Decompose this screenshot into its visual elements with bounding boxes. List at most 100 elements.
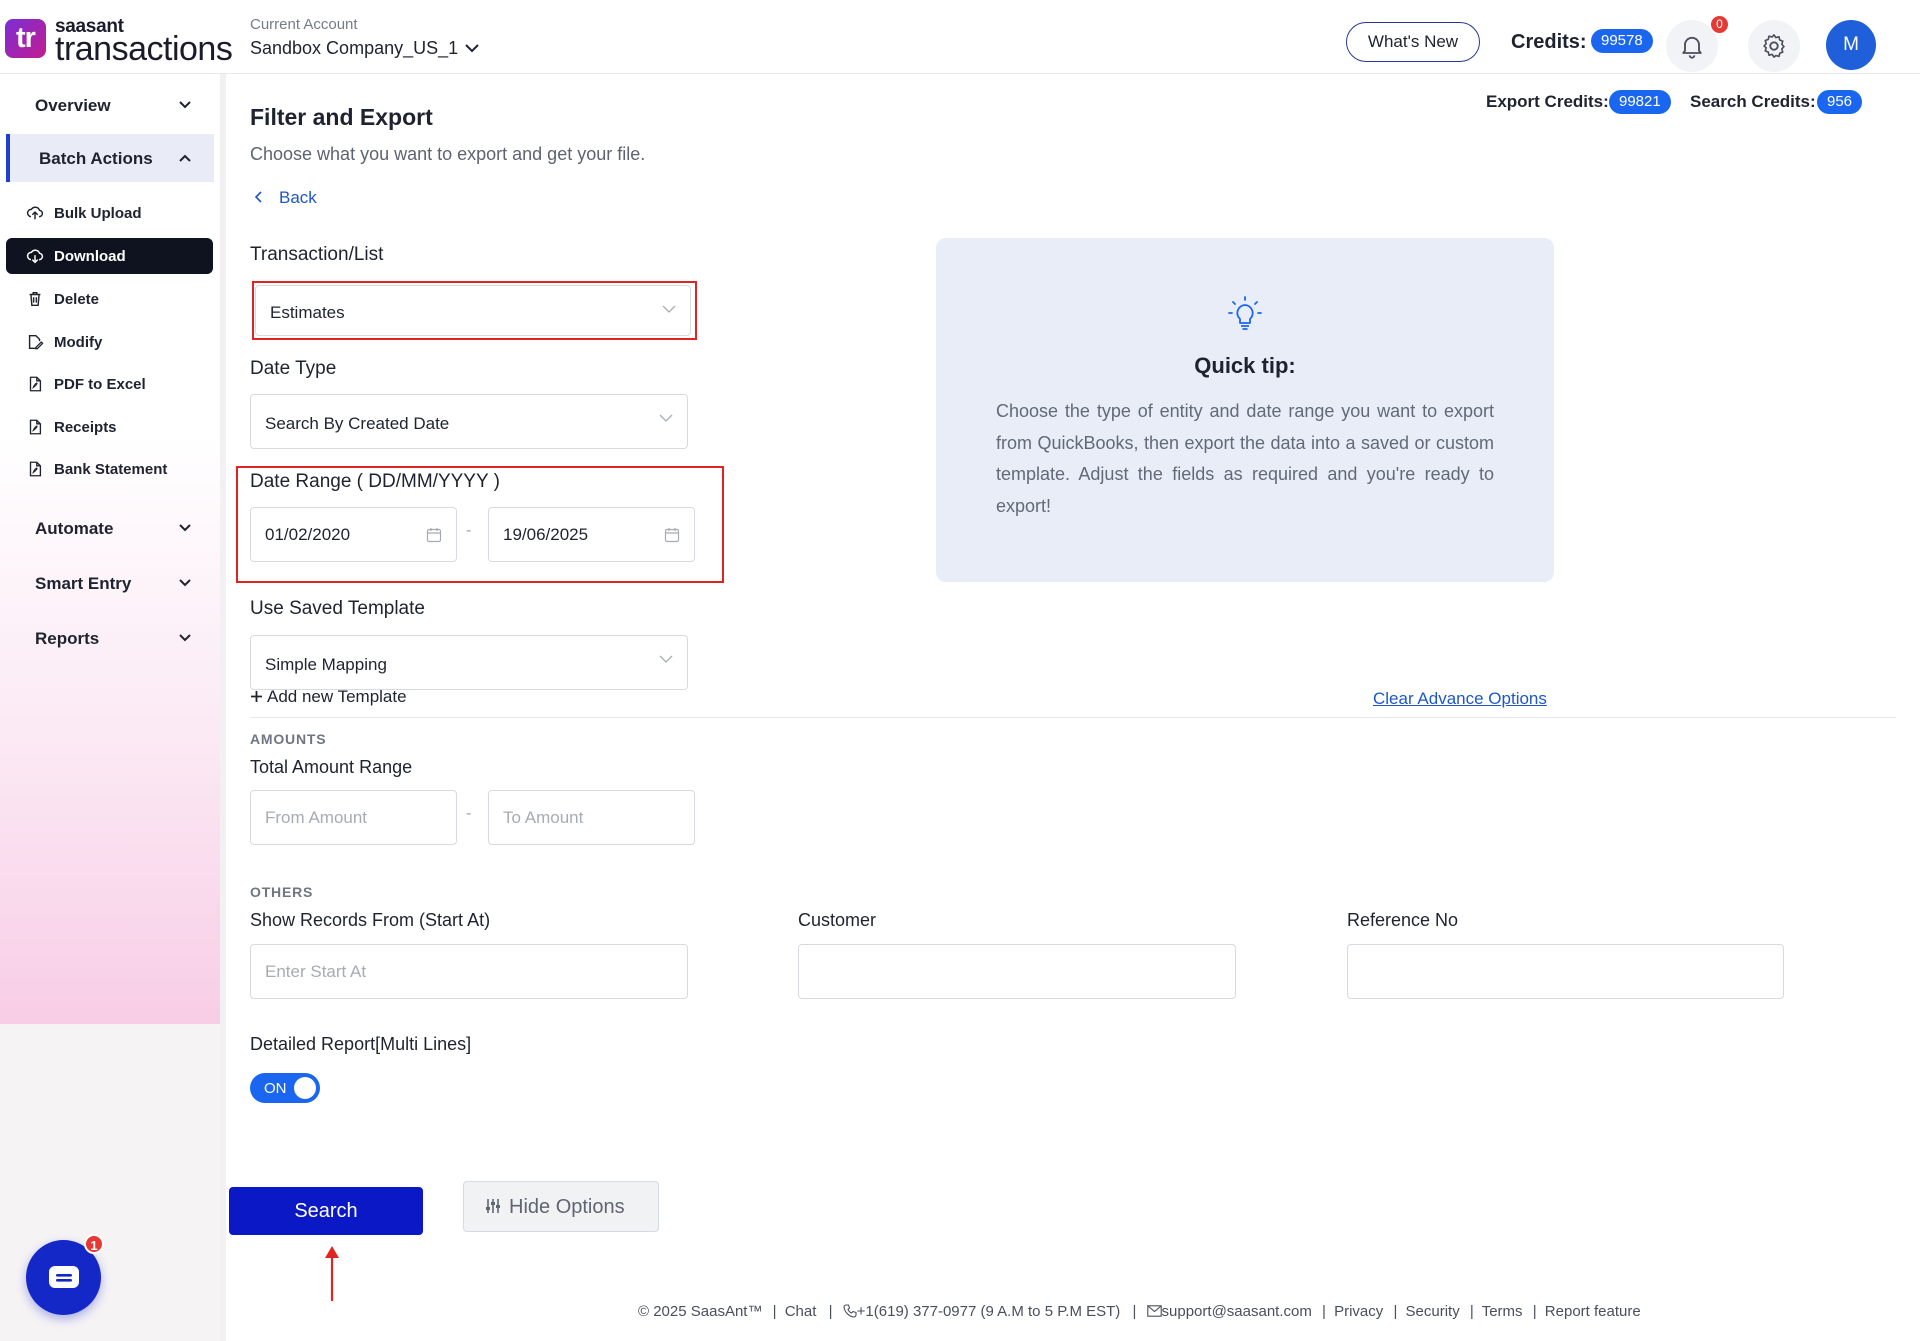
sidebar-item-download[interactable]: Download (6, 238, 213, 274)
top-header: tr saasant transactions Current Account … (0, 0, 1920, 74)
gear-icon (1763, 34, 1785, 58)
transaction-list-select[interactable]: Estimates (255, 285, 691, 336)
hide-options-button[interactable]: Hide Options (463, 1181, 659, 1232)
footer-email[interactable]: support@saasant.com (1162, 1303, 1312, 1320)
footer-terms-link[interactable]: Terms (1482, 1303, 1523, 1320)
sidebar-item-label: Bulk Upload (54, 205, 142, 222)
footer-separator: | (1532, 1303, 1537, 1320)
chat-bubble-icon (49, 1266, 79, 1288)
search-button[interactable]: Search (229, 1187, 423, 1235)
to-amount-field[interactable] (489, 791, 694, 844)
sidebar-item-bank-statement[interactable]: Bank Statement (6, 451, 213, 487)
chevron-down-icon (662, 305, 676, 313)
footer-separator: | (828, 1303, 833, 1320)
customer-label: Customer (798, 910, 877, 930)
footer-report-feature-link[interactable]: Report feature (1545, 1303, 1641, 1320)
sidebar-item-label: Delete (54, 291, 100, 308)
user-avatar[interactable]: M (1826, 20, 1876, 70)
customer-field[interactable] (799, 945, 1235, 998)
date-type-select[interactable]: Search By Created Date (250, 394, 688, 449)
mail-icon (1146, 1305, 1162, 1317)
annotation-arrow-icon (325, 1246, 339, 1301)
date-from-input[interactable] (250, 507, 457, 562)
sidebar: Overview Batch Actions Bulk Upload Downl… (0, 74, 220, 1341)
account-name[interactable]: Sandbox Company_US_1 (250, 38, 458, 59)
sidebar-group-label: Batch Actions (39, 149, 153, 168)
sidebar-group-batch-actions[interactable]: Batch Actions (6, 134, 214, 182)
amounts-section-label: AMOUNTS (250, 731, 327, 747)
footer-security-link[interactable]: Security (1406, 1303, 1460, 1320)
logo-brand-main[interactable]: transactions (55, 30, 233, 69)
sidebar-group-label: Overview (35, 96, 111, 115)
sidebar-item-receipts[interactable]: Receipts (6, 409, 213, 445)
sidebar-rail (220, 74, 226, 1341)
chevron-down-icon (179, 101, 191, 109)
detailed-report-label: Detailed Report[Multi Lines] (250, 1034, 472, 1054)
sidebar-item-pdf-to-excel[interactable]: PDF to Excel (6, 366, 213, 402)
export-credits-badge: 99821 (1609, 90, 1671, 114)
clear-advance-options-link[interactable]: Clear Advance Options (1373, 689, 1547, 709)
detailed-report-toggle[interactable]: ON (250, 1073, 320, 1103)
sidebar-item-label: Modify (54, 334, 103, 351)
footer-phone[interactable]: +1(619) 377-0977 (9 A.M to 5 P.M EST) (857, 1303, 1121, 1320)
sidebar-item-modify[interactable]: Modify (6, 324, 213, 360)
sidebar-group-reports[interactable]: Reports (6, 614, 214, 662)
from-amount-input[interactable] (250, 790, 457, 845)
sidebar-item-bulk-upload[interactable]: Bulk Upload (6, 195, 213, 231)
receipt-icon (29, 419, 42, 435)
add-template-link[interactable]: Add new Template (250, 687, 407, 707)
footer-privacy-link[interactable]: Privacy (1334, 1303, 1383, 1320)
phone-icon (843, 1304, 857, 1318)
toggle-state-text: ON (264, 1080, 287, 1097)
footer-separator: | (1469, 1303, 1474, 1320)
to-amount-input[interactable] (488, 790, 695, 845)
others-section-label: OTHERS (250, 884, 314, 900)
sidebar-group-overview[interactable]: Overview (6, 81, 214, 129)
chat-count-badge: 1 (84, 1234, 104, 1254)
footer-chat-link[interactable]: Chat (785, 1303, 817, 1320)
lightbulb-icon (1228, 296, 1262, 330)
start-at-input[interactable] (250, 944, 688, 999)
settings-button[interactable] (1748, 20, 1800, 72)
statement-file-icon (29, 461, 42, 477)
reference-no-label: Reference No (1347, 910, 1459, 930)
sidebar-item-delete[interactable]: Delete (6, 281, 213, 317)
trash-icon (29, 291, 41, 307)
chevron-down-icon (179, 524, 191, 532)
footer: © 2025 SaasAnt™ | Chat | +1(619) 377-097… (638, 1303, 1643, 1320)
notifications-button[interactable] (1666, 20, 1718, 72)
edit-file-icon (28, 334, 44, 350)
date-to-input[interactable] (488, 507, 695, 562)
sidebar-group-smart-entry[interactable]: Smart Entry (6, 559, 214, 607)
customer-input[interactable] (798, 944, 1236, 999)
sidebar-group-automate[interactable]: Automate (6, 504, 214, 552)
start-at-field[interactable] (251, 945, 687, 998)
toggle-knob (294, 1077, 316, 1099)
search-credits-label: Search Credits: (1690, 92, 1816, 111)
date-type-label: Date Type (250, 358, 337, 379)
logo-mark[interactable]: tr (5, 19, 46, 58)
sidebar-group-label: Smart Entry (35, 574, 132, 593)
chevron-down-icon[interactable] (462, 38, 482, 58)
back-link[interactable]: Back (253, 188, 317, 208)
quick-tip-title: Quick tip: (1194, 353, 1296, 378)
amount-range-label: Total Amount Range (250, 757, 413, 777)
back-label: Back (279, 188, 317, 207)
reference-no-input[interactable] (1347, 944, 1784, 999)
date-range-label: Date Range ( DD/MM/YYYY ) (250, 471, 500, 492)
from-amount-field[interactable] (251, 791, 456, 844)
bell-icon (1682, 36, 1702, 59)
saved-template-select[interactable]: Simple Mapping (250, 635, 688, 690)
saved-template-value: Simple Mapping (265, 655, 387, 674)
whats-new-button[interactable]: What's New (1346, 22, 1480, 62)
saved-template-label: Use Saved Template (250, 598, 425, 619)
footer-copyright: © 2025 SaasAnt™ (638, 1303, 763, 1320)
chevron-down-icon (179, 634, 191, 642)
sidebar-group-label: Automate (35, 519, 114, 538)
pdf-file-icon (29, 376, 42, 392)
calendar-icon (426, 528, 442, 543)
footer-separator: | (772, 1303, 777, 1320)
credits-label: Credits: (1511, 31, 1587, 53)
chevron-up-icon (179, 154, 191, 162)
reference-no-field[interactable] (1348, 945, 1783, 998)
